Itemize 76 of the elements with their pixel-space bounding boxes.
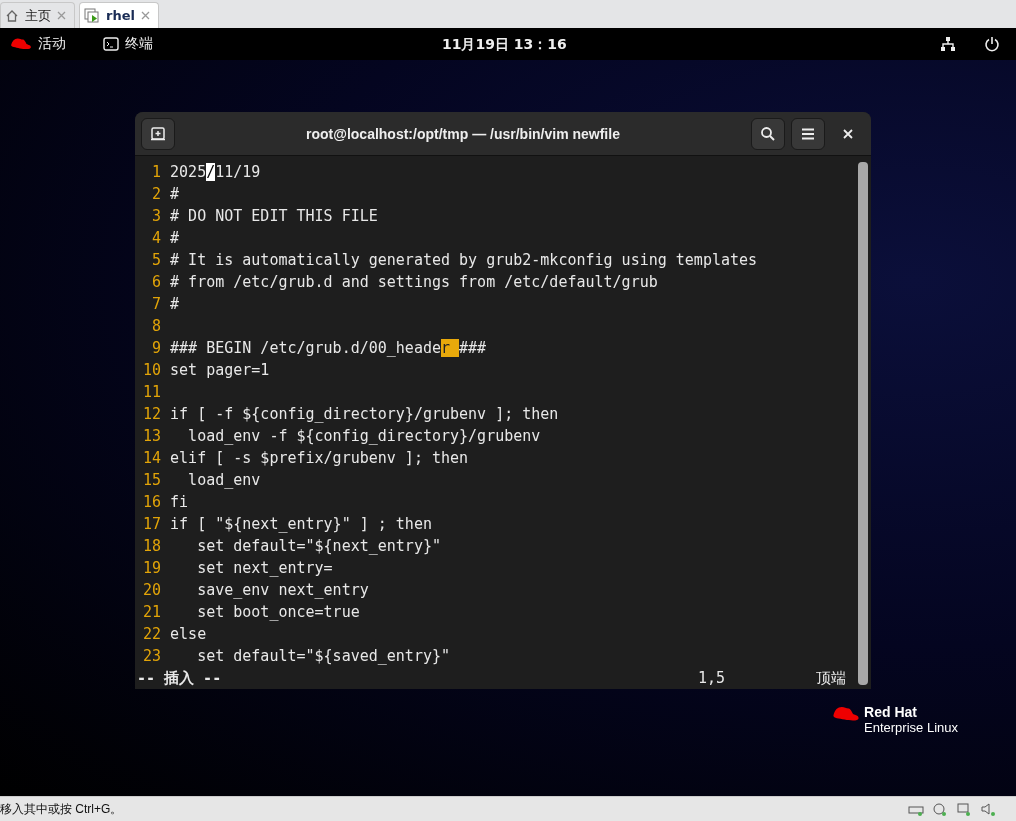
code-line: # It is automatically generated by grub2-mkconfig using templates (170, 250, 758, 271)
hat-icon (832, 705, 861, 723)
home-icon (5, 8, 19, 23)
line-number: 9 (151, 338, 162, 359)
new-tab-icon (150, 125, 166, 142)
code-line: set default="${saved_entry}" (196, 646, 451, 667)
new-tab-button[interactable] (141, 117, 175, 150)
cursor-position: 1,5 (697, 668, 725, 689)
mode-indicator: -- 插入 -- (137, 668, 223, 689)
network-adapter-icon[interactable] (956, 802, 972, 816)
line-number: 2 (151, 184, 162, 205)
search-button[interactable] (751, 117, 785, 150)
menu-icon (801, 127, 815, 140)
line-number: 10 (143, 360, 162, 381)
line-number: 18 (143, 536, 162, 557)
line-number: 5 (151, 250, 162, 271)
browser-tab[interactable]: rhel (79, 2, 159, 28)
code-line: fi (170, 492, 189, 513)
search-icon (760, 125, 776, 142)
code-line: # from /etc/grub.d and settings from /etc/default/grub (170, 272, 658, 293)
line-number: 3 (151, 206, 162, 227)
code-line: else (170, 624, 207, 645)
code-line: if [ -f ${config_directory}/grubenv ]; then (170, 404, 559, 425)
line-number: 20 (143, 580, 162, 601)
line-number: 19 (143, 558, 162, 579)
code-line: # DO NOT EDIT THIS FILE (170, 206, 378, 227)
line-number: 1 (151, 162, 162, 183)
logo-brand: Red Hat (864, 705, 918, 720)
line-number: 14 (143, 448, 162, 469)
code-line: set next_entry= (196, 558, 333, 579)
code-line: load_env -f ${config_directory}/grubenv (187, 426, 541, 447)
code-line: ### BEGIN /etc/grub.d/00_header ### (170, 338, 487, 359)
app-menu[interactable]: 终端 (125, 35, 153, 53)
scrollbar-thumb[interactable] (858, 162, 868, 685)
code-line: elif [ -s $prefix/grubenv ]; then (170, 448, 469, 469)
scroll-position: 顶端 (816, 668, 846, 689)
code-line: # (170, 184, 180, 205)
line-number: 7 (151, 294, 162, 315)
close-icon[interactable] (57, 11, 66, 20)
code-line: save_env next_entry (196, 580, 369, 601)
line-number: 21 (143, 602, 162, 623)
code-line: # (170, 228, 180, 249)
line-number: 6 (151, 272, 162, 293)
line-number: 12 (143, 404, 162, 425)
line-number: 13 (143, 426, 162, 447)
speaker-icon[interactable] (980, 802, 996, 816)
code-line: set default="${next_entry}" (196, 536, 441, 557)
logo-product: Enterprise Linux (864, 720, 958, 735)
window-title: root@localhost:/opt/tmp — /usr/bin/vim newfile (305, 125, 621, 142)
line-number: 8 (151, 316, 162, 337)
browser-tab[interactable]: 主页 (0, 2, 75, 28)
power-icon[interactable] (984, 36, 1000, 52)
line-number: 15 (143, 470, 162, 491)
status-hint: 移入其中或按 Ctrl+G。 (0, 800, 123, 818)
code-line: if [ "${next_entry}" ] ; then (170, 514, 432, 535)
line-number: 4 (151, 228, 162, 249)
vm-icon (84, 7, 100, 24)
code-line: load_env (187, 470, 261, 491)
line-number: 17 (143, 514, 162, 535)
close-icon (843, 128, 853, 139)
clock[interactable]: 11月19日 13：16 (442, 36, 567, 54)
line-number: 16 (143, 492, 162, 513)
code-line: # (170, 294, 180, 315)
network-icon[interactable] (940, 36, 956, 52)
code-line: 2025/11/19 (170, 162, 261, 183)
close-icon[interactable] (140, 11, 150, 20)
disc-icon[interactable] (932, 802, 948, 816)
line-number: 22 (143, 624, 162, 645)
activities-button[interactable]: 活动 (38, 35, 66, 53)
line-number: 23 (143, 646, 162, 667)
code-line: set pager=1 (170, 360, 270, 381)
line-number: 11 (143, 382, 162, 403)
code-line: set boot_once=true (196, 602, 360, 623)
menu-button[interactable] (791, 117, 825, 150)
terminal-icon (103, 37, 119, 51)
hat-icon (10, 37, 32, 51)
